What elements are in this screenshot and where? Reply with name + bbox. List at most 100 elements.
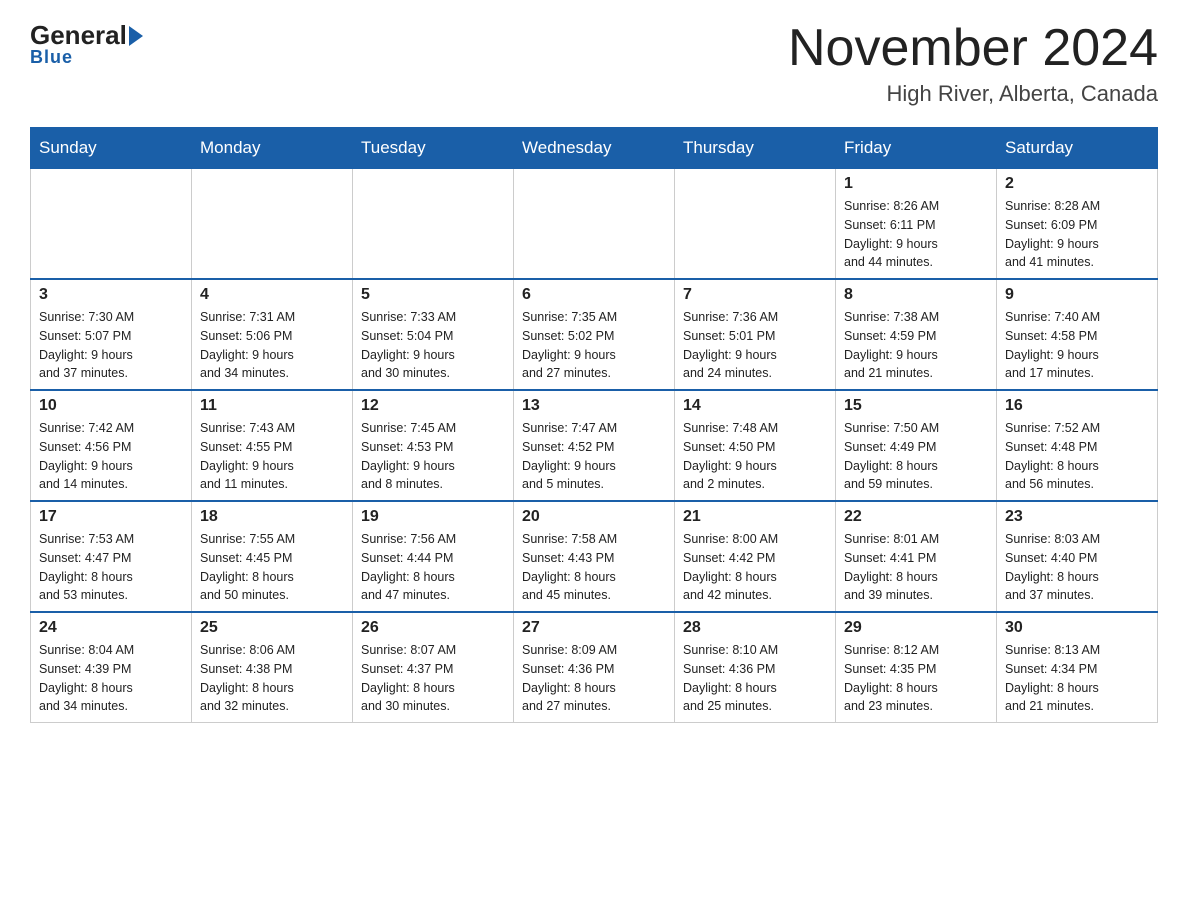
day-info: Sunrise: 7:43 AMSunset: 4:55 PMDaylight:…: [200, 419, 344, 494]
day-info: Sunrise: 7:48 AMSunset: 4:50 PMDaylight:…: [683, 419, 827, 494]
day-info: Sunrise: 8:09 AMSunset: 4:36 PMDaylight:…: [522, 641, 666, 716]
day-number: 17: [39, 508, 183, 526]
day-number: 25: [200, 619, 344, 637]
calendar-cell: [353, 169, 514, 280]
day-info: Sunrise: 8:06 AMSunset: 4:38 PMDaylight:…: [200, 641, 344, 716]
calendar-cell: 15 Sunrise: 7:50 AMSunset: 4:49 PMDayligh…: [836, 390, 997, 501]
calendar-cell: 12Sunrise: 7:45 AMSunset: 4:53 PMDayligh…: [353, 390, 514, 501]
logo: General Blue: [30, 20, 145, 68]
day-number: 26: [361, 619, 505, 637]
day-number: 24: [39, 619, 183, 637]
day-number: 8: [844, 286, 988, 304]
calendar-cell: 21 Sunrise: 8:00 AMSunset: 4:42 PMDayligh…: [675, 501, 836, 612]
day-number: 15: [844, 397, 988, 415]
calendar-cell: 17 Sunrise: 7:53 AMSunset: 4:47 PMDayligh…: [31, 501, 192, 612]
calendar-week-5: 24 Sunrise: 8:04 AMSunset: 4:39 PMDayligh…: [31, 612, 1158, 723]
calendar-cell: 3Sunrise: 7:30 AMSunset: 5:07 PMDaylight…: [31, 279, 192, 390]
calendar-cell: 28 Sunrise: 8:10 AMSunset: 4:36 PMDayligh…: [675, 612, 836, 723]
weekday-header-tuesday: Tuesday: [353, 128, 514, 169]
location-title: High River, Alberta, Canada: [788, 81, 1158, 107]
day-info: Sunrise: 8:26 AMSunset: 6:11 PMDaylight:…: [844, 197, 988, 272]
day-number: 22: [844, 508, 988, 526]
calendar-cell: [675, 169, 836, 280]
day-number: 28: [683, 619, 827, 637]
day-info: Sunrise: 7:56 AMSunset: 4:44 PMDaylight:…: [361, 530, 505, 605]
day-number: 6: [522, 286, 666, 304]
day-info: Sunrise: 8:04 AMSunset: 4:39 PMDaylight:…: [39, 641, 183, 716]
title-area: November 2024 High River, Alberta, Canad…: [788, 20, 1158, 107]
day-number: 2: [1005, 175, 1149, 193]
weekday-header-friday: Friday: [836, 128, 997, 169]
day-number: 11: [200, 397, 344, 415]
day-info: Sunrise: 8:12 AMSunset: 4:35 PMDaylight:…: [844, 641, 988, 716]
calendar-cell: 7 Sunrise: 7:36 AMSunset: 5:01 PMDaylight…: [675, 279, 836, 390]
day-number: 7: [683, 286, 827, 304]
calendar-week-3: 10Sunrise: 7:42 AMSunset: 4:56 PMDayligh…: [31, 390, 1158, 501]
calendar-cell: 20 Sunrise: 7:58 AMSunset: 4:43 PMDayligh…: [514, 501, 675, 612]
calendar-cell: 27 Sunrise: 8:09 AMSunset: 4:36 PMDayligh…: [514, 612, 675, 723]
calendar-cell: 1 Sunrise: 8:26 AMSunset: 6:11 PMDaylight…: [836, 169, 997, 280]
calendar-cell: 26 Sunrise: 8:07 AMSunset: 4:37 PMDayligh…: [353, 612, 514, 723]
calendar-cell: 18 Sunrise: 7:55 AMSunset: 4:45 PMDayligh…: [192, 501, 353, 612]
calendar-cell: 16 Sunrise: 7:52 AMSunset: 4:48 PMDayligh…: [997, 390, 1158, 501]
calendar-cell: 10Sunrise: 7:42 AMSunset: 4:56 PMDayligh…: [31, 390, 192, 501]
day-number: 13: [522, 397, 666, 415]
day-info: Sunrise: 7:36 AMSunset: 5:01 PMDaylight:…: [683, 308, 827, 383]
calendar-cell: 30Sunrise: 8:13 AMSunset: 4:34 PMDayligh…: [997, 612, 1158, 723]
day-info: Sunrise: 7:35 AMSunset: 5:02 PMDaylight:…: [522, 308, 666, 383]
day-info: Sunrise: 7:42 AMSunset: 4:56 PMDaylight:…: [39, 419, 183, 494]
calendar-cell: 29 Sunrise: 8:12 AMSunset: 4:35 PMDayligh…: [836, 612, 997, 723]
day-number: 5: [361, 286, 505, 304]
calendar-cell: 9 Sunrise: 7:40 AMSunset: 4:58 PMDaylight…: [997, 279, 1158, 390]
day-info: Sunrise: 7:53 AMSunset: 4:47 PMDaylight:…: [39, 530, 183, 605]
day-info: Sunrise: 8:00 AMSunset: 4:42 PMDaylight:…: [683, 530, 827, 605]
day-number: 9: [1005, 286, 1149, 304]
calendar-cell: 24 Sunrise: 8:04 AMSunset: 4:39 PMDayligh…: [31, 612, 192, 723]
day-number: 14: [683, 397, 827, 415]
calendar-cell: 2Sunrise: 8:28 AMSunset: 6:09 PMDaylight…: [997, 169, 1158, 280]
calendar-cell: 8 Sunrise: 7:38 AMSunset: 4:59 PMDaylight…: [836, 279, 997, 390]
calendar-cell: 11 Sunrise: 7:43 AMSunset: 4:55 PMDayligh…: [192, 390, 353, 501]
calendar-cell: 5Sunrise: 7:33 AMSunset: 5:04 PMDaylight…: [353, 279, 514, 390]
calendar-cell: 25 Sunrise: 8:06 AMSunset: 4:38 PMDayligh…: [192, 612, 353, 723]
day-number: 21: [683, 508, 827, 526]
weekday-header-thursday: Thursday: [675, 128, 836, 169]
day-number: 20: [522, 508, 666, 526]
calendar-week-4: 17 Sunrise: 7:53 AMSunset: 4:47 PMDayligh…: [31, 501, 1158, 612]
calendar-cell: 4Sunrise: 7:31 AMSunset: 5:06 PMDaylight…: [192, 279, 353, 390]
calendar-cell: 23Sunrise: 8:03 AMSunset: 4:40 PMDayligh…: [997, 501, 1158, 612]
calendar-cell: [514, 169, 675, 280]
day-info: Sunrise: 7:31 AMSunset: 5:06 PMDaylight:…: [200, 308, 344, 383]
day-info: Sunrise: 8:13 AMSunset: 4:34 PMDaylight:…: [1005, 641, 1149, 716]
day-info: Sunrise: 7:55 AMSunset: 4:45 PMDaylight:…: [200, 530, 344, 605]
day-number: 29: [844, 619, 988, 637]
weekday-header-monday: Monday: [192, 128, 353, 169]
calendar-cell: 6 Sunrise: 7:35 AMSunset: 5:02 PMDaylight…: [514, 279, 675, 390]
day-info: Sunrise: 8:01 AMSunset: 4:41 PMDaylight:…: [844, 530, 988, 605]
calendar-week-2: 3Sunrise: 7:30 AMSunset: 5:07 PMDaylight…: [31, 279, 1158, 390]
day-info: Sunrise: 8:07 AMSunset: 4:37 PMDaylight:…: [361, 641, 505, 716]
day-info: Sunrise: 7:58 AMSunset: 4:43 PMDaylight:…: [522, 530, 666, 605]
calendar-cell: 14 Sunrise: 7:48 AMSunset: 4:50 PMDayligh…: [675, 390, 836, 501]
calendar-cell: [31, 169, 192, 280]
day-number: 16: [1005, 397, 1149, 415]
day-info: Sunrise: 8:10 AMSunset: 4:36 PMDaylight:…: [683, 641, 827, 716]
month-title: November 2024: [788, 20, 1158, 77]
day-number: 1: [844, 175, 988, 193]
day-info: Sunrise: 7:50 AMSunset: 4:49 PMDaylight:…: [844, 419, 988, 494]
day-number: 18: [200, 508, 344, 526]
logo-triangle-icon: [129, 26, 143, 46]
weekday-header-wednesday: Wednesday: [514, 128, 675, 169]
weekday-header-saturday: Saturday: [997, 128, 1158, 169]
logo-blue: Blue: [30, 47, 73, 68]
calendar-week-1: 1 Sunrise: 8:26 AMSunset: 6:11 PMDaylight…: [31, 169, 1158, 280]
calendar-cell: 22 Sunrise: 8:01 AMSunset: 4:41 PMDayligh…: [836, 501, 997, 612]
day-info: Sunrise: 7:38 AMSunset: 4:59 PMDaylight:…: [844, 308, 988, 383]
day-info: Sunrise: 7:40 AMSunset: 4:58 PMDaylight:…: [1005, 308, 1149, 383]
day-number: 27: [522, 619, 666, 637]
day-number: 19: [361, 508, 505, 526]
day-info: Sunrise: 7:52 AMSunset: 4:48 PMDaylight:…: [1005, 419, 1149, 494]
calendar-cell: 13Sunrise: 7:47 AMSunset: 4:52 PMDayligh…: [514, 390, 675, 501]
day-number: 23: [1005, 508, 1149, 526]
day-info: Sunrise: 7:30 AMSunset: 5:07 PMDaylight:…: [39, 308, 183, 383]
